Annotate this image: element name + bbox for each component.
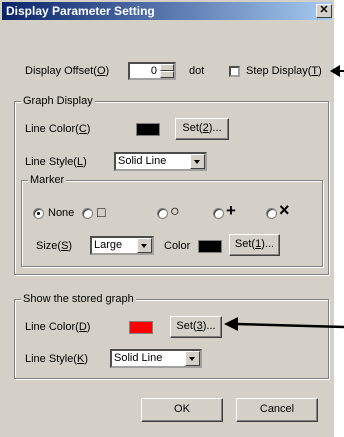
arrow-to-set3-icon: [224, 317, 344, 331]
annotation-arrows: [224, 65, 344, 331]
arrow-to-step-display-icon: [330, 65, 344, 77]
